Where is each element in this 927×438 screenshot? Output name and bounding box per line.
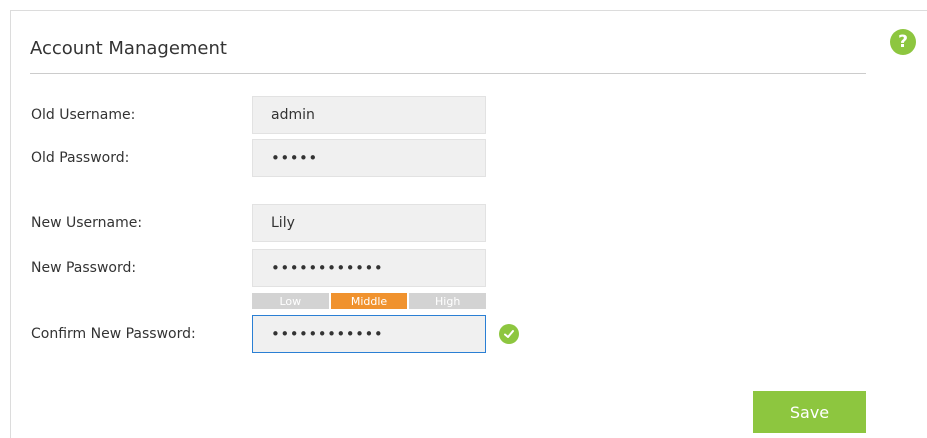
old-username-field[interactable]: admin <box>252 96 486 134</box>
strength-low: Low <box>252 293 329 309</box>
title-divider <box>30 73 866 74</box>
save-button[interactable]: Save <box>753 391 866 433</box>
old-password-field[interactable]: ••••• <box>252 139 486 177</box>
question-mark-icon[interactable]: ? <box>890 29 916 55</box>
new-username-field[interactable]: Lily <box>252 204 486 242</box>
old-username-label: Old Username: <box>31 107 136 123</box>
check-circle-icon <box>499 324 519 344</box>
password-strength-meter: Low Middle High <box>252 293 487 309</box>
new-username-label: New Username: <box>31 215 143 231</box>
strength-middle: Middle <box>330 293 408 309</box>
new-password-field[interactable]: •••••••••••• <box>252 249 486 287</box>
confirm-password-field[interactable]: •••••••••••• <box>252 315 486 353</box>
section-title: Account Management <box>30 38 227 59</box>
new-password-label: New Password: <box>31 260 137 276</box>
confirm-password-label: Confirm New Password: <box>31 326 196 342</box>
old-password-label: Old Password: <box>31 150 130 166</box>
strength-high: High <box>409 293 487 309</box>
